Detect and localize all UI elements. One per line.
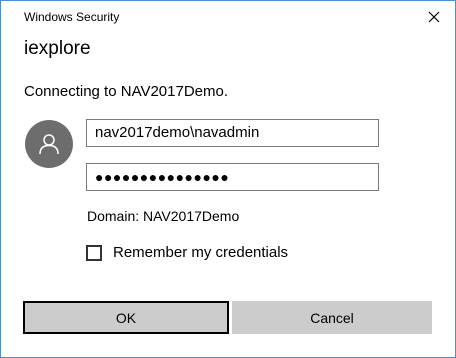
close-icon: [428, 11, 440, 23]
ok-button-label: OK: [115, 309, 137, 326]
window-title: Windows Security: [24, 10, 120, 24]
avatar: [25, 120, 73, 168]
close-button[interactable]: [423, 8, 445, 26]
domain-label: Domain: NAV2017Demo: [87, 208, 240, 224]
checkbox-box[interactable]: [86, 245, 102, 261]
windows-security-dialog: Windows Security iexplore Connecting to …: [0, 0, 456, 358]
remember-credentials-checkbox[interactable]: Remember my credentials: [86, 244, 288, 262]
cancel-button-label: Cancel: [310, 309, 354, 326]
app-name-heading: iexplore: [24, 38, 91, 59]
connecting-message: Connecting to NAV2017Demo.: [24, 83, 229, 100]
title-bar: Windows Security: [1, 1, 455, 33]
password-field[interactable]: ●●●●●●●●●●●●●●●: [86, 163, 379, 191]
ok-button[interactable]: OK: [23, 301, 229, 334]
user-icon: [39, 134, 59, 155]
remember-credentials-label: Remember my credentials: [113, 244, 289, 261]
username-field[interactable]: nav2017demo\navadmin: [86, 119, 379, 147]
cancel-button[interactable]: Cancel: [232, 301, 432, 334]
